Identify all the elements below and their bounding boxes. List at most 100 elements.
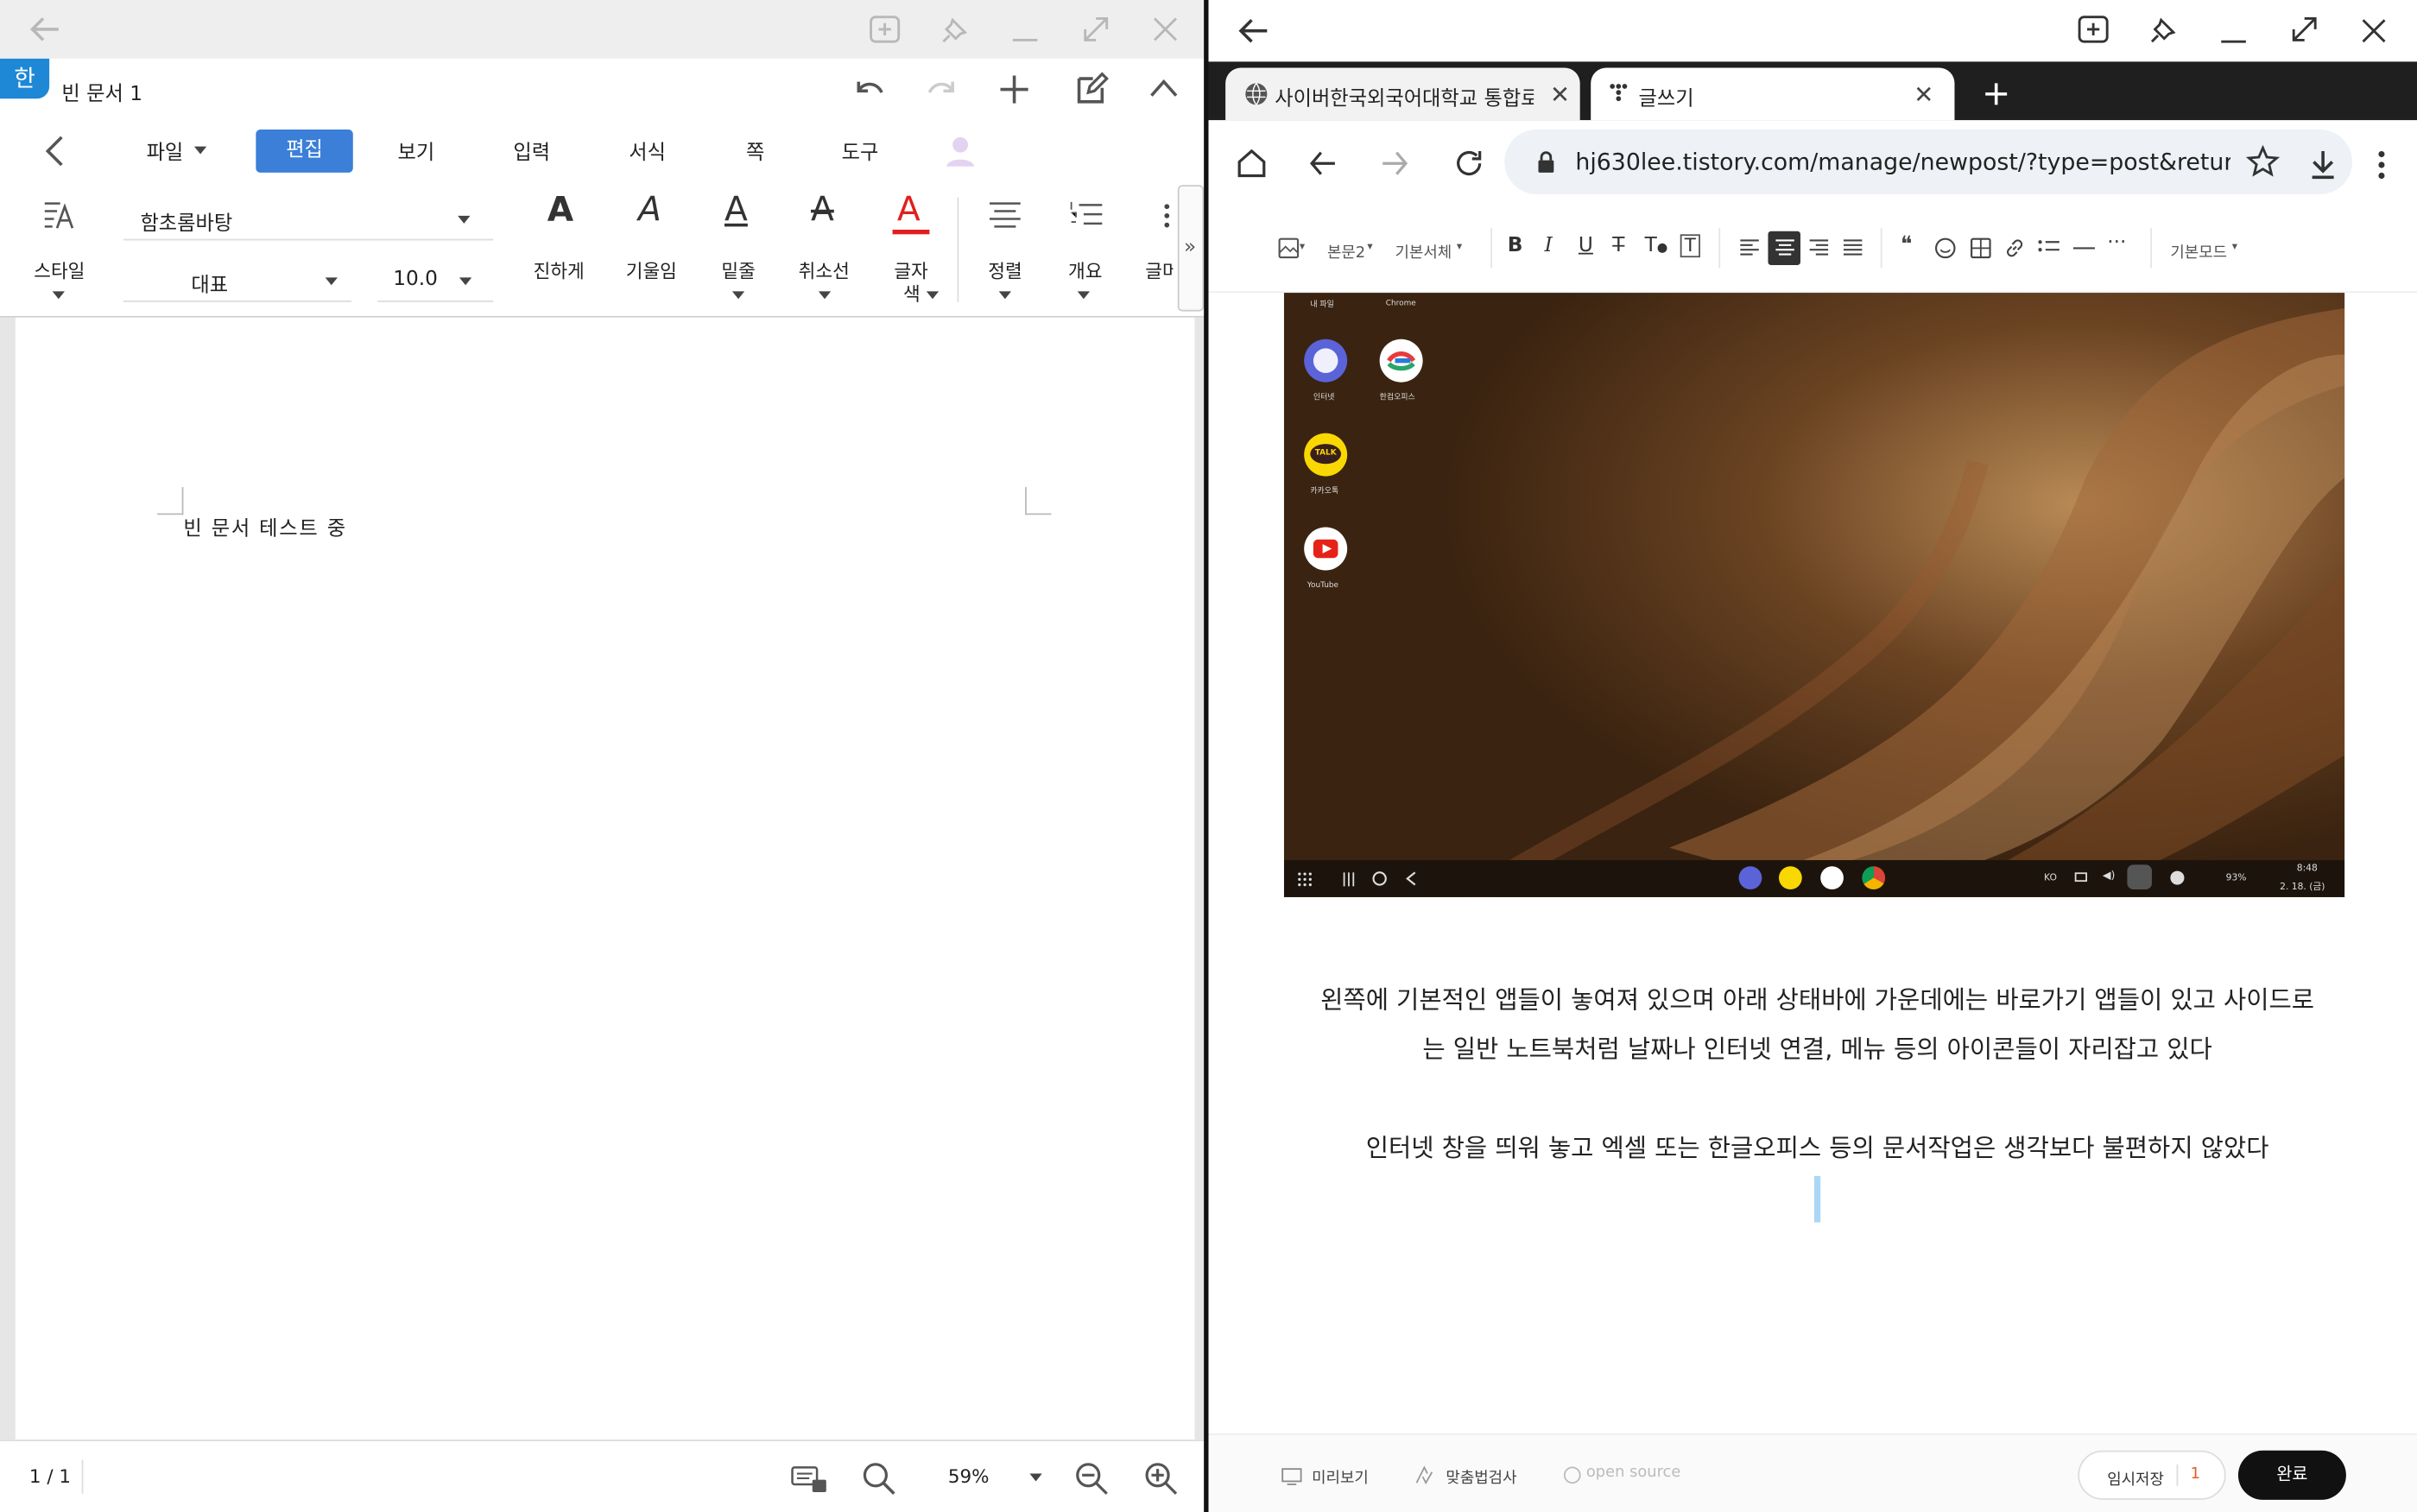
bookmark-star-icon[interactable]	[2245, 144, 2281, 178]
image-insert-icon[interactable]	[1278, 237, 1300, 259]
home-icon[interactable]	[1237, 148, 1268, 179]
minimize-icon[interactable]	[1009, 16, 1041, 43]
spellcheck-button[interactable]: 맞춤법검사	[1446, 1465, 1516, 1488]
underline-icon[interactable]: A	[724, 191, 748, 230]
bold-icon[interactable]: A	[547, 191, 573, 230]
open-source-link[interactable]: open source	[1586, 1465, 1681, 1482]
reload-icon[interactable]	[1453, 148, 1484, 179]
font-lang-select[interactable]: 대표	[123, 259, 351, 302]
menu-edit[interactable]: 편집	[256, 129, 353, 173]
document-body-text[interactable]: 빈 문서 테스트 중	[183, 512, 346, 541]
italic-icon[interactable]: I	[1545, 234, 1553, 257]
post-paragraph-1-line-2[interactable]: 는 일반 노트북처럼 날짜나 인터넷 연결, 메뉴 등의 아이콘들이 자리잡고 …	[1270, 1025, 2364, 1074]
more-options-icon[interactable]: ···	[2107, 231, 2126, 255]
font-size-select[interactable]: 10.0	[377, 259, 494, 302]
menu-insert[interactable]: 입력	[513, 136, 550, 165]
post-paragraph-2[interactable]: 인터넷 창을 띄워 놓고 엑셀 또는 한글오피스 등의 문서작업은 생각보다 불…	[1270, 1123, 2364, 1173]
address-bar[interactable]: hj630lee.tistory.com/manage/newpost/?typ…	[1504, 129, 2353, 194]
nav-back-icon[interactable]	[1309, 149, 1337, 177]
page-indicator: 1 / 1	[28, 1465, 72, 1488]
add-icon[interactable]	[999, 74, 1030, 105]
zoom-caret-icon[interactable]	[1029, 1473, 1042, 1482]
undo-icon[interactable]	[852, 75, 886, 103]
search-icon[interactable]	[862, 1461, 895, 1496]
font-name-select[interactable]: 함초롬바탕	[123, 197, 494, 241]
browser-tab-1-title: 사이버한국외국어대학교 통합로	[1275, 87, 1534, 111]
outline-icon[interactable]	[1070, 200, 1104, 231]
menu-tools[interactable]: 도구	[842, 136, 879, 165]
paragraph-style-select[interactable]: 본문2	[1327, 239, 1365, 263]
font-select[interactable]: 기본서체	[1395, 239, 1452, 263]
menu-format[interactable]: 서식	[629, 136, 666, 165]
underline-icon[interactable]: U	[1579, 234, 1593, 257]
text-bg-color-icon[interactable]: T	[1680, 234, 1700, 258]
align-justify-icon[interactable]	[1842, 239, 1863, 257]
done-button[interactable]: 완료	[2237, 1450, 2346, 1500]
open-source-icon[interactable]	[1563, 1466, 1581, 1484]
quote-icon[interactable]: ❝	[1901, 233, 1912, 258]
bullet-list-icon[interactable]	[2038, 239, 2060, 257]
url-text[interactable]: hj630lee.tistory.com/manage/newpost/?typ…	[1575, 148, 2230, 175]
redo-icon[interactable]	[925, 75, 959, 103]
table-icon[interactable]	[1970, 237, 1991, 259]
emoji-icon[interactable]	[1934, 237, 1956, 259]
bold-icon[interactable]: B	[1508, 234, 1523, 257]
back-arrow-icon[interactable]	[1237, 17, 1270, 45]
align-left-icon[interactable]	[1739, 239, 1761, 257]
post-paragraph-1-line-1[interactable]: 왼쪽에 기본적인 앱들이 놓여져 있으며 아래 상태바에 가운데에는 바로가기 …	[1270, 976, 2364, 1025]
minimize-icon[interactable]	[2218, 17, 2249, 45]
horizontal-rule-icon[interactable]	[2072, 247, 2095, 250]
document-page[interactable]: 빈 문서 테스트 중	[15, 317, 1195, 1440]
browser-tab-2[interactable]: 글쓰기	[1591, 67, 1955, 121]
font-color-caret-icon	[926, 291, 940, 300]
collapse-chevron-icon[interactable]	[1150, 79, 1178, 97]
close-icon[interactable]	[1151, 16, 1179, 43]
browser-tab-1[interactable]: 사이버한국외국어대학교 통합로	[1225, 67, 1580, 121]
back-arrow-icon[interactable]	[28, 16, 61, 43]
align-center-button-active[interactable]	[1768, 231, 1800, 266]
strikethrough-icon[interactable]: T	[1612, 234, 1624, 257]
text-color-icon[interactable]: T●	[1645, 234, 1668, 257]
close-icon[interactable]	[2360, 17, 2388, 45]
keyboard-lock-icon[interactable]	[791, 1463, 828, 1494]
globe-icon	[1245, 82, 1268, 105]
zoom-in-icon[interactable]	[1144, 1461, 1178, 1495]
zoom-out-icon[interactable]	[1074, 1461, 1108, 1495]
embedded-desktop-screenshot[interactable]: 내 파일 Chrome 인터넷 한컴오피스 TALK 카카오톡 YouTube	[1283, 293, 2345, 897]
spellcheck-icon[interactable]	[1415, 1465, 1433, 1485]
pin-icon[interactable]	[2148, 14, 2180, 45]
menu-view[interactable]: 보기	[398, 136, 435, 165]
font-color-icon[interactable]: A	[897, 191, 921, 230]
strikethrough-icon[interactable]: A	[811, 191, 834, 230]
nav-forward-icon[interactable]	[1381, 149, 1408, 177]
ribbon-expand-button[interactable]: »	[1177, 185, 1205, 312]
window-snap-icon[interactable]	[2076, 14, 2110, 45]
italic-icon[interactable]: A	[638, 191, 661, 230]
temp-save-button[interactable]: 임시저장 1	[2078, 1450, 2226, 1500]
menu-page[interactable]: 쪽	[746, 136, 764, 165]
chrome-menu-icon[interactable]	[2377, 149, 2387, 180]
maximize-icon[interactable]	[1080, 14, 1111, 45]
menu-back-icon[interactable]	[43, 136, 65, 167]
maximize-icon[interactable]	[2289, 14, 2320, 45]
user-share-icon[interactable]	[943, 134, 977, 168]
tab-close-icon[interactable]	[1553, 86, 1568, 102]
new-tab-icon[interactable]	[1984, 82, 2009, 107]
download-icon[interactable]	[2309, 149, 2337, 180]
image-insert-caret-icon: ▾	[1299, 240, 1306, 253]
align-right-icon[interactable]	[1808, 239, 1830, 257]
preview-monitor-icon[interactable]	[1281, 1467, 1302, 1485]
link-icon[interactable]	[2004, 237, 2026, 259]
align-icon[interactable]	[988, 200, 1022, 228]
style-icon[interactable]	[41, 199, 75, 232]
editor-mode-select[interactable]: 기본모드	[2170, 239, 2227, 263]
zoom-value[interactable]: 59%	[948, 1466, 990, 1488]
tab-close-icon[interactable]	[1916, 86, 1932, 102]
edit-icon[interactable]	[1074, 72, 1109, 106]
preview-button[interactable]: 미리보기	[1312, 1465, 1369, 1488]
menu-file[interactable]: 파일	[147, 136, 184, 165]
window-snap-icon[interactable]	[868, 14, 902, 45]
desktop-icon-label-kakaotalk: 카카오톡	[1310, 487, 1339, 497]
more-vertical-icon[interactable]	[1162, 202, 1172, 230]
pin-icon[interactable]	[940, 14, 971, 45]
